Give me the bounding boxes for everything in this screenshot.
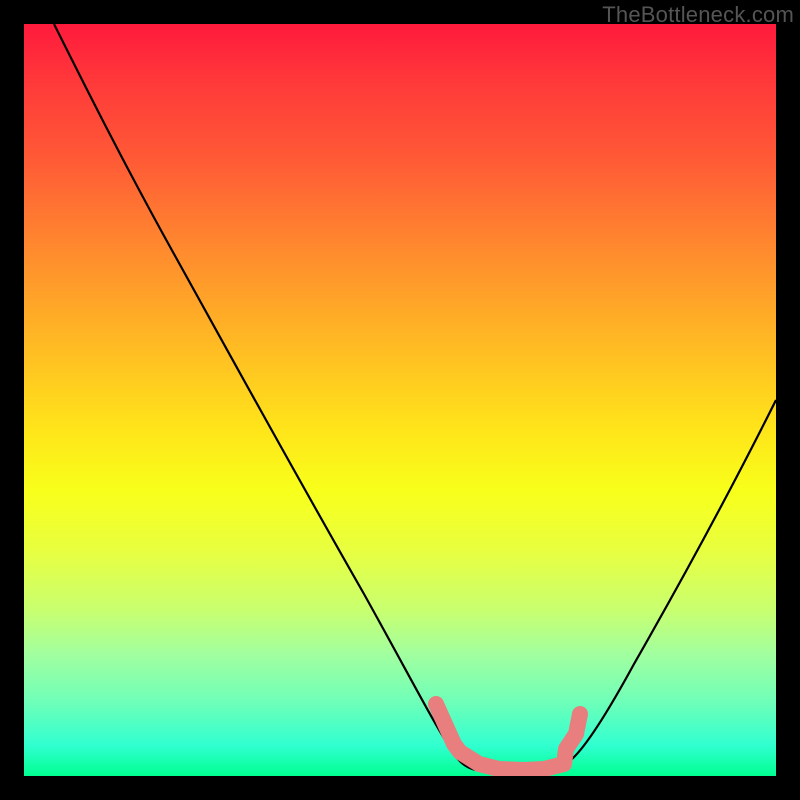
watermark-text: TheBottleneck.com [602,2,794,28]
chart-container: TheBottleneck.com [0,0,800,800]
curve-svg [24,24,776,776]
plot-area [24,24,776,776]
main-curve [54,24,776,773]
